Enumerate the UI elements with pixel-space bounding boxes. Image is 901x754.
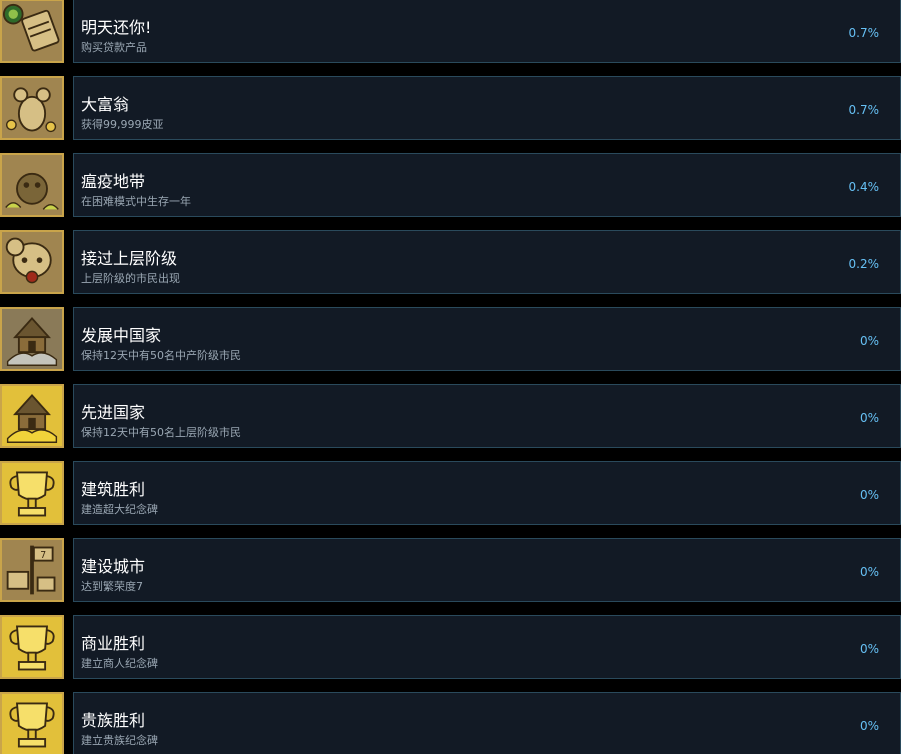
- achievement-panel: 大富翁获得99,999皮亚 0.7%: [73, 76, 901, 140]
- achievement-panel: 发展中国家保持12天中有50名中产阶级市民 0%: [73, 307, 901, 371]
- achievement-description: 保持12天中有50名上层阶级市民: [81, 426, 241, 439]
- city-signpost-icon: 7: [0, 538, 64, 602]
- achievement-panel: 贵族胜利建立贵族纪念碑 0%: [73, 692, 901, 754]
- achievement-panel: 瘟疫地带在困难模式中生存一年 0.4%: [73, 153, 901, 217]
- achievement-title: 大富翁: [81, 95, 130, 114]
- achievement-row[interactable]: 7 建设城市达到繁荣度7 0%: [0, 538, 901, 615]
- merchant-trophy-icon: [0, 615, 64, 679]
- achievement-description: 达到繁荣度7: [81, 580, 143, 593]
- achievement-title: 发展中国家: [81, 326, 162, 345]
- achievement-row[interactable]: 大富翁获得99,999皮亚 0.7%: [0, 76, 901, 153]
- achievement-unlock-percent: 0.7%: [848, 26, 880, 40]
- achievement-description: 保持12天中有50名中产阶级市民: [81, 349, 241, 362]
- upper-class-rat-icon: [0, 230, 64, 294]
- achievement-title: 先进国家: [81, 403, 146, 422]
- achievement-title: 贵族胜利: [81, 711, 146, 730]
- achievement-unlock-percent: 0%: [859, 719, 879, 733]
- rich-rat-icon: [0, 76, 64, 140]
- achievement-description: 建立贵族纪念碑: [81, 734, 158, 747]
- achievement-title: 建设城市: [81, 557, 146, 576]
- achievement-title: 商业胜利: [81, 634, 146, 653]
- achievement-unlock-percent: 0.7%: [848, 103, 880, 117]
- achievement-row[interactable]: 发展中国家保持12天中有50名中产阶级市民 0%: [0, 307, 901, 384]
- achievement-unlock-percent: 0%: [859, 411, 879, 425]
- achievement-unlock-percent: 0.4%: [848, 180, 880, 194]
- achievement-unlock-percent: 0%: [859, 488, 879, 502]
- achievement-row[interactable]: 瘟疫地带在困难模式中生存一年 0.4%: [0, 153, 901, 230]
- achievement-panel: 先进国家保持12天中有50名上层阶级市民 0%: [73, 384, 901, 448]
- achievement-row[interactable]: 接过上层阶级上层阶级的市民出现 0.2%: [0, 230, 901, 307]
- noble-trophy-icon: [0, 692, 64, 754]
- achievement-unlock-percent: 0%: [859, 565, 879, 579]
- achievement-description: 获得99,999皮亚: [81, 118, 164, 131]
- achievement-unlock-percent: 0.2%: [848, 257, 880, 271]
- achievement-panel: 接过上层阶级上层阶级的市民出现 0.2%: [73, 230, 901, 294]
- loan-scroll-icon: [0, 0, 64, 63]
- achievement-unlock-percent: 0%: [859, 334, 879, 348]
- achievement-description: 建立商人纪念碑: [81, 657, 158, 670]
- achievement-row[interactable]: 贵族胜利建立贵族纪念碑 0%: [0, 692, 901, 754]
- achievement-row[interactable]: 先进国家保持12天中有50名上层阶级市民 0%: [0, 384, 901, 461]
- monument-trophy-icon: [0, 461, 64, 525]
- achievement-panel: 明天还你! 购买贷款产品 0.7%: [73, 0, 901, 63]
- plague-rat-icon: [0, 153, 64, 217]
- achievement-panel: 建设城市达到繁荣度7 0%: [73, 538, 901, 602]
- achievement-description: 购买贷款产品: [81, 41, 147, 54]
- achievement-unlock-percent: 0%: [859, 642, 879, 656]
- achievement-description: 建造超大纪念碑: [81, 503, 158, 516]
- achievement-description: 上层阶级的市民出现: [81, 272, 180, 285]
- achievement-title: 明天还你!: [81, 18, 152, 37]
- svg-text:7: 7: [40, 550, 46, 561]
- achievement-row[interactable]: 明天还你! 购买贷款产品 0.7%: [0, 0, 901, 76]
- developing-city-icon: [0, 307, 64, 371]
- achievement-row[interactable]: 商业胜利建立商人纪念碑 0%: [0, 615, 901, 692]
- achievement-title: 接过上层阶级: [81, 249, 178, 268]
- achievement-title: 建筑胜利: [81, 480, 146, 499]
- achievement-list: 明天还你! 购买贷款产品 0.7% 大富翁获得99,999皮亚 0.7% 瘟疫地带在困难模…: [0, 0, 901, 754]
- achievement-panel: 建筑胜利建造超大纪念碑 0%: [73, 461, 901, 525]
- achievement-row[interactable]: 建筑胜利建造超大纪念碑 0%: [0, 461, 901, 538]
- advanced-city-icon: [0, 384, 64, 448]
- achievement-description: 在困难模式中生存一年: [81, 195, 191, 208]
- achievement-panel: 商业胜利建立商人纪念碑 0%: [73, 615, 901, 679]
- achievement-title: 瘟疫地带: [81, 172, 146, 191]
